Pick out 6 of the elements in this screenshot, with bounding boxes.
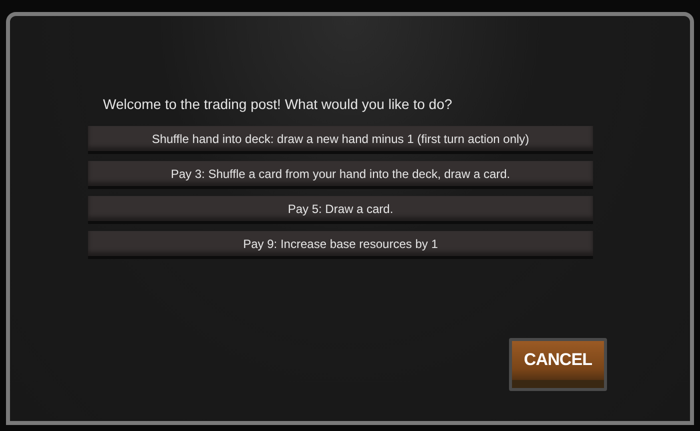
trade-option-button[interactable]: Pay 9: Increase base resources by 1 <box>88 231 593 259</box>
prompt-text: Welcome to the trading post! What would you like to do? <box>103 95 454 114</box>
trade-option-button[interactable]: Shuffle hand into deck: draw a new hand minus 1 (first turn action only) <box>88 126 593 154</box>
trade-option-button[interactable]: Pay 3: Shuffle a card from your hand into the deck, draw a card. <box>88 161 593 189</box>
cancel-button[interactable]: CANCEL <box>509 338 607 391</box>
trade-option-button[interactable]: Pay 5: Draw a card. <box>88 196 593 224</box>
